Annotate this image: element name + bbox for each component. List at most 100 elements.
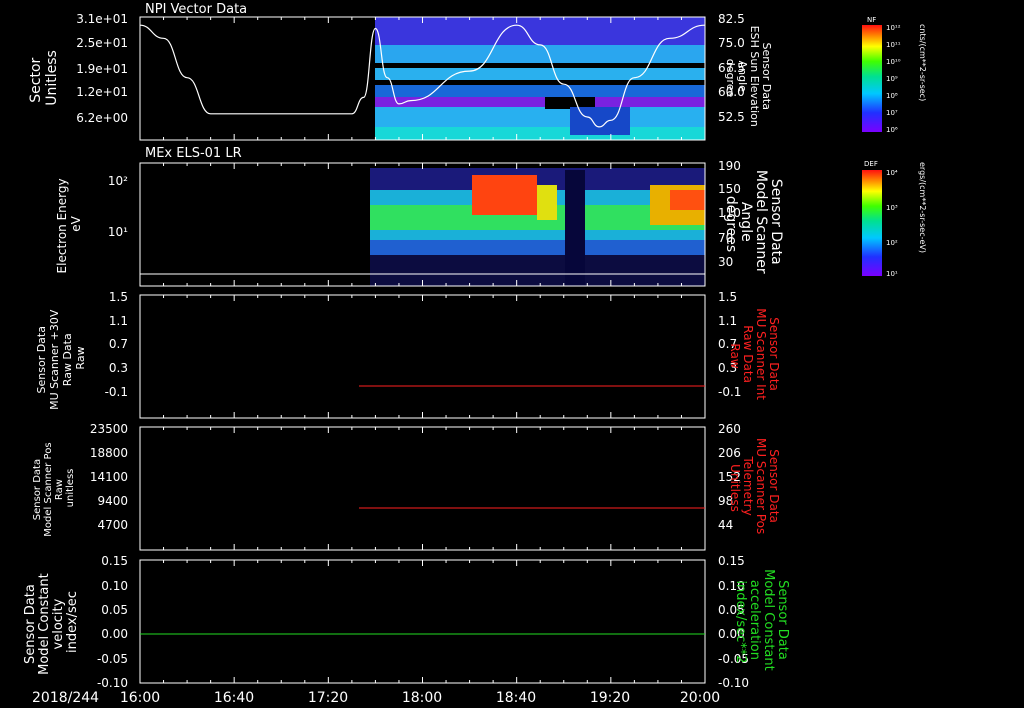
panel5-left-ticks: 0.15 0.10 0.05 0.00 -0.05 -0.10 bbox=[97, 554, 128, 690]
date-label: 2018/244 bbox=[32, 690, 99, 706]
panel5-left-label-line: Sensor Data bbox=[23, 584, 38, 664]
colorbar-def: DEF 10⁴ 10³ 10² 10¹ ergs/(cm**2-sr-sec-e… bbox=[862, 160, 927, 278]
time-axis-labels: 2018/244 16:00 16:40 17:20 18:00 18:40 1… bbox=[32, 690, 720, 706]
panel3-left-tick: 1.5 bbox=[109, 290, 128, 304]
panel5-right-label-line: Sensor Data bbox=[775, 580, 790, 660]
panel4-left-label-line: unitless bbox=[65, 469, 76, 508]
panel2-right-label-line: Sensor Data bbox=[768, 179, 784, 265]
panel1-left-label-line: Unitless bbox=[44, 50, 60, 106]
panel2-spectrogram-red-burst bbox=[472, 175, 537, 215]
colorbar-nf: NF 10¹² 10¹¹ 10¹⁰ 10⁹ 10⁸ 10⁷ 10⁶ cnts/(… bbox=[862, 16, 927, 134]
panel3-left-tick: 1.1 bbox=[109, 314, 128, 328]
panel5-frame bbox=[139, 559, 706, 684]
colorbar-nf-tick: 10⁹ bbox=[886, 75, 898, 83]
panel3-left-ticks: 1.5 1.1 0.7 0.3 -0.1 bbox=[105, 290, 128, 399]
panel4-right-tick: 260 bbox=[718, 422, 741, 436]
panel4-left-tick: 14100 bbox=[90, 470, 128, 484]
panel2-right-tick: 150 bbox=[718, 182, 741, 196]
panel3-left-label-line: Raw Data bbox=[61, 333, 74, 386]
panel2-right-label-line: degrees bbox=[723, 196, 739, 252]
colorbar-nf-tick: 10⁷ bbox=[886, 109, 898, 117]
panel1-heatmap-band-b bbox=[375, 68, 705, 80]
panel1-left-tick: 1.9e+01 bbox=[76, 62, 128, 76]
panel1-heatmap bbox=[375, 17, 705, 140]
time-tick-label: 19:20 bbox=[590, 690, 630, 706]
panel2-title: MEx ELS-01 LR bbox=[145, 146, 242, 161]
panel5-left-label-line: index/sec bbox=[65, 591, 80, 653]
panel4-right-tick: 44 bbox=[718, 518, 733, 532]
colorbar-nf-scale bbox=[862, 25, 882, 132]
panel5-left-label-line: Model Constant bbox=[37, 573, 52, 675]
colorbar-def-scale bbox=[862, 170, 882, 276]
panel3-left-label: Sensor Data MU Scanner +30V Raw Data Raw bbox=[35, 306, 87, 410]
panel5-right-label: Sensor Data Model Constant acceleration … bbox=[733, 569, 790, 675]
panel2-left-tick: 10¹ bbox=[108, 225, 128, 239]
panel1-right-tick: 82.5 bbox=[718, 12, 745, 26]
panel1-heatmap-band-c bbox=[375, 85, 705, 97]
panel5-left-tick: 0.00 bbox=[101, 627, 128, 641]
panel4-right-label-line: Telemetry bbox=[741, 455, 755, 515]
panel4-left-label-line: Model Scanner Pos bbox=[43, 442, 54, 536]
time-tick-label: 20:00 bbox=[680, 690, 720, 706]
panel2-spectrogram-yellow-edge bbox=[537, 185, 557, 220]
panel1-right-tick: 52.5 bbox=[718, 110, 745, 124]
panel4-left-tick: 18800 bbox=[90, 446, 128, 460]
colorbar-nf-tick: 10¹² bbox=[886, 24, 901, 32]
panel3-left-label-line: MU Scanner +30V bbox=[48, 309, 61, 410]
time-tick-label: 18:40 bbox=[496, 690, 536, 706]
panel2-spectrogram-dark-low bbox=[370, 255, 705, 286]
time-tick-label: 16:00 bbox=[120, 690, 160, 706]
panel1-heatmap-gap2 bbox=[375, 80, 705, 85]
science-plot: NPI Vector Data 3.1e+01 2.5e+01 1.9e+01 … bbox=[23, 2, 927, 706]
panel5-left-label-line: velocity bbox=[51, 598, 66, 649]
colorbar-nf-units: cnts/(cm**2-sr-sec) bbox=[918, 24, 927, 101]
panel3-right-label-line: Sensor Data bbox=[767, 317, 781, 391]
panel1-heatmap-band-a bbox=[375, 45, 705, 63]
panel4-frame bbox=[139, 426, 706, 551]
panel1-title: NPI Vector Data bbox=[145, 2, 247, 17]
panel2-left-tick: 10² bbox=[108, 174, 128, 188]
panel3-left-label-line: Sensor Data bbox=[35, 326, 48, 393]
time-tick-label: 17:20 bbox=[308, 690, 348, 706]
panel3-right-tick: 1.1 bbox=[718, 314, 737, 328]
panel3-left-label-line: Raw bbox=[74, 346, 87, 369]
panel1-heatmap-top bbox=[375, 17, 705, 45]
panel3-left-tick: 0.3 bbox=[109, 361, 128, 375]
panel3-right-tick: 1.5 bbox=[718, 290, 737, 304]
panel4-left-tick: 4700 bbox=[97, 518, 128, 532]
colorbar-def-tick: 10⁴ bbox=[886, 169, 898, 177]
colorbar-nf-tick: 10⁸ bbox=[886, 92, 898, 100]
panel3-left-tick: -0.1 bbox=[105, 385, 128, 399]
panel4-right-label-line: MU Scanner Pos bbox=[754, 438, 768, 534]
panel5-left-label: Sensor Data Model Constant velocity inde… bbox=[23, 569, 80, 675]
panel1-left-tick: 1.2e+01 bbox=[76, 85, 128, 99]
panel1-left-tick: 6.2e+00 bbox=[76, 111, 128, 125]
panel3-right-label-line: MU Scanner Int bbox=[754, 308, 768, 400]
colorbar-nf-tick: 10¹⁰ bbox=[886, 58, 901, 66]
panel5-left-tick: 0.15 bbox=[101, 554, 128, 568]
panel1-heatmap-blue-patch bbox=[570, 107, 630, 135]
panel4-right-label-line: Unitless bbox=[728, 464, 742, 512]
panel2-left-label-line: eV bbox=[69, 215, 83, 231]
panel2-left-label-line: Electron Energy bbox=[55, 178, 69, 273]
panel4-right-tick: 206 bbox=[718, 446, 741, 460]
panel-scanner-voltage: 1.5 1.1 0.7 0.3 -0.1 1.5 1.1 0.7 0.3 -0.… bbox=[35, 290, 781, 419]
panel4-left-label-line: Sensor Data bbox=[32, 459, 43, 520]
panel2-left-label: Electron Energy eV bbox=[55, 175, 83, 274]
colorbar-def-tick: 10² bbox=[886, 239, 898, 247]
panel5-left-tick: -0.10 bbox=[97, 676, 128, 690]
panel-mex-els: MEx ELS-01 LR 10² 10¹ 190 150 110 70 30 … bbox=[55, 146, 784, 287]
panel4-right-label-line: Sensor Data bbox=[767, 449, 781, 523]
panel5-left-tick: -0.05 bbox=[97, 652, 128, 666]
panel3-right-tick: -0.1 bbox=[718, 385, 741, 399]
panel2-right-label-line: Model Scanner bbox=[753, 170, 769, 274]
panel5-right-tick: -0.10 bbox=[718, 676, 749, 690]
panel2-right-tick: 30 bbox=[718, 255, 733, 269]
panel3-left-tick: 0.7 bbox=[109, 337, 128, 351]
panel4-left-label: Sensor Data Model Scanner Pos Raw unitle… bbox=[32, 439, 76, 536]
panel1-left-label-line: Sector bbox=[28, 57, 44, 102]
panel5-right-label-line: Model Constant bbox=[761, 569, 776, 671]
panel5-left-tick: 0.05 bbox=[101, 603, 128, 617]
panel4-left-label-line: Raw bbox=[54, 479, 65, 500]
panel5-right-label-line: index/sec**2 bbox=[733, 580, 748, 663]
